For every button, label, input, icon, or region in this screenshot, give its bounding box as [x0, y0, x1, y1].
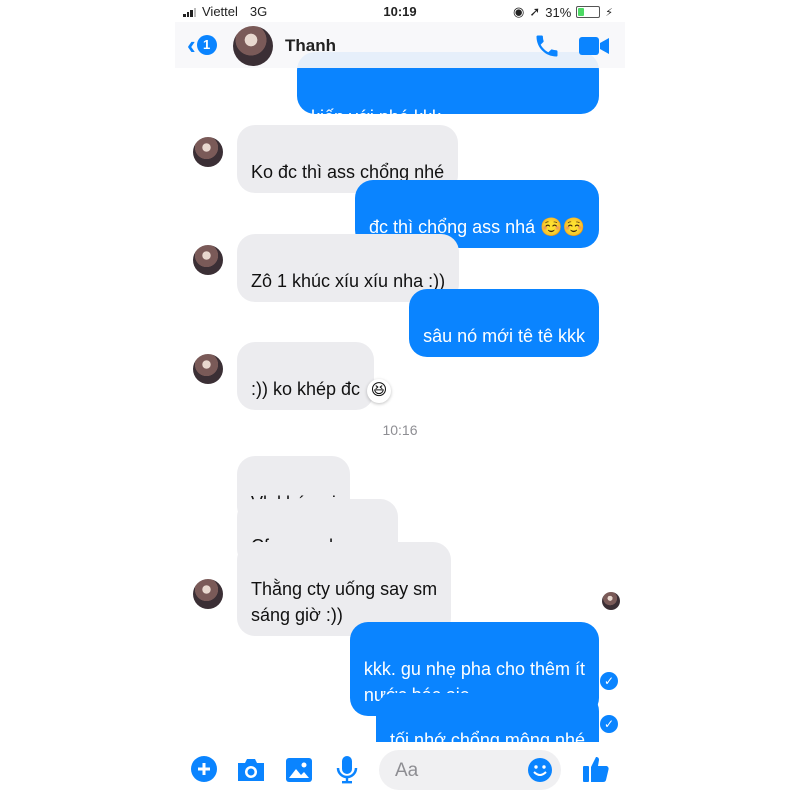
back-button[interactable]: ‹ 1	[187, 32, 217, 58]
camera-icon[interactable]	[235, 757, 267, 783]
reaction-emoji[interactable]: 😆	[367, 379, 391, 403]
message-text: :)) ko khép đc	[251, 379, 361, 399]
message-outgoing[interactable]: sâu nó mới tê tê kkk	[409, 289, 599, 357]
phone-icon[interactable]	[533, 32, 561, 60]
location-icon: ➚	[529, 4, 541, 19]
timestamp: 10:16	[382, 422, 418, 438]
unread-badge: 1	[196, 35, 217, 55]
composer-bar	[175, 742, 625, 800]
message-text: Ko đc thì ass chổng nhé	[251, 162, 445, 182]
sender-avatar[interactable]	[193, 354, 223, 384]
contact-name[interactable]: Thanh	[285, 36, 336, 56]
video-camera-icon[interactable]	[577, 33, 611, 59]
message-input-box[interactable]	[379, 750, 561, 790]
battery-icon	[576, 6, 601, 18]
battery-percent: 31%	[545, 4, 572, 20]
status-bar: Viettel 3G 10:19 ◉ ➚ 31% ⚡	[175, 0, 625, 24]
charging-icon: ⚡	[605, 6, 613, 19]
message-text: kiến với nhé kkk	[311, 107, 441, 127]
emoji-icon[interactable]	[527, 757, 553, 783]
message-text: sâu nó mới tê tê kkk	[423, 326, 585, 346]
sender-avatar[interactable]	[193, 579, 223, 609]
thumbs-up-icon[interactable]	[581, 753, 613, 785]
message-input[interactable]	[393, 758, 527, 784]
plus-icon[interactable]	[190, 755, 218, 783]
seen-avatar	[602, 592, 620, 610]
messenger-screen: Viettel 3G 10:19 ◉ ➚ 31% ⚡ ‹ 1 Thanh kiế…	[175, 0, 625, 800]
delivered-check-icon: ✓	[600, 672, 618, 690]
microphone-icon[interactable]	[335, 755, 359, 785]
contact-avatar[interactable]	[233, 26, 273, 66]
status-right: ◉ ➚ 31% ⚡	[513, 4, 613, 20]
back-chevron-icon: ‹	[187, 30, 196, 60]
sender-avatar[interactable]	[193, 245, 223, 275]
conversation-header: ‹ 1 Thanh	[175, 22, 625, 68]
message-incoming[interactable]: :)) ko khép đc	[237, 342, 375, 410]
rotation-lock-icon: ◉	[512, 4, 525, 19]
message-text: Thằng cty uống say sm sáng giờ :))	[251, 579, 438, 625]
message-text: Zô 1 khúc xíu xíu nha :))	[251, 271, 446, 291]
image-icon[interactable]	[285, 757, 313, 783]
sender-avatar[interactable]	[193, 137, 223, 167]
delivered-check-icon: ✓	[600, 715, 618, 733]
